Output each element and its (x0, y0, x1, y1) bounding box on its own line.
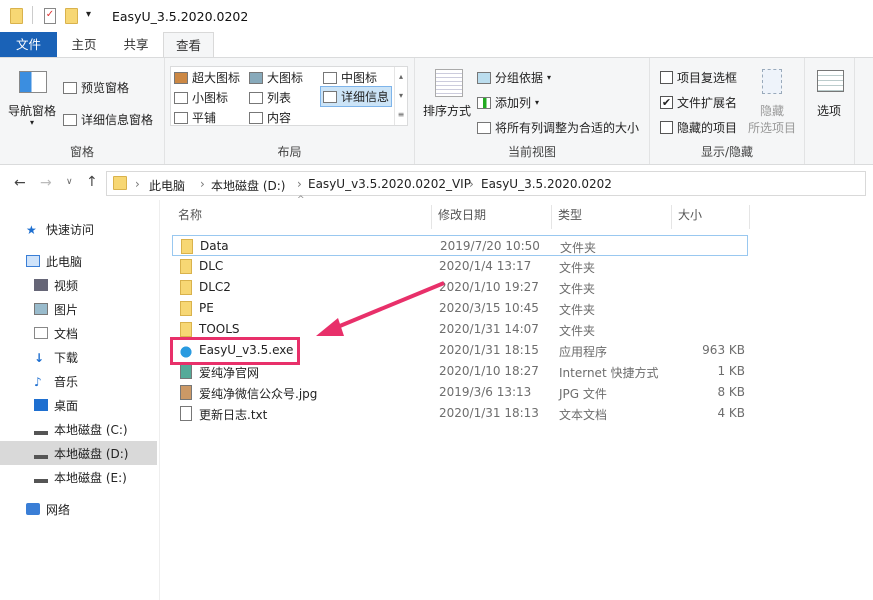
arrow-head (316, 318, 344, 336)
arrow-shaft (335, 283, 444, 328)
annotation-arrow (0, 0, 873, 597)
